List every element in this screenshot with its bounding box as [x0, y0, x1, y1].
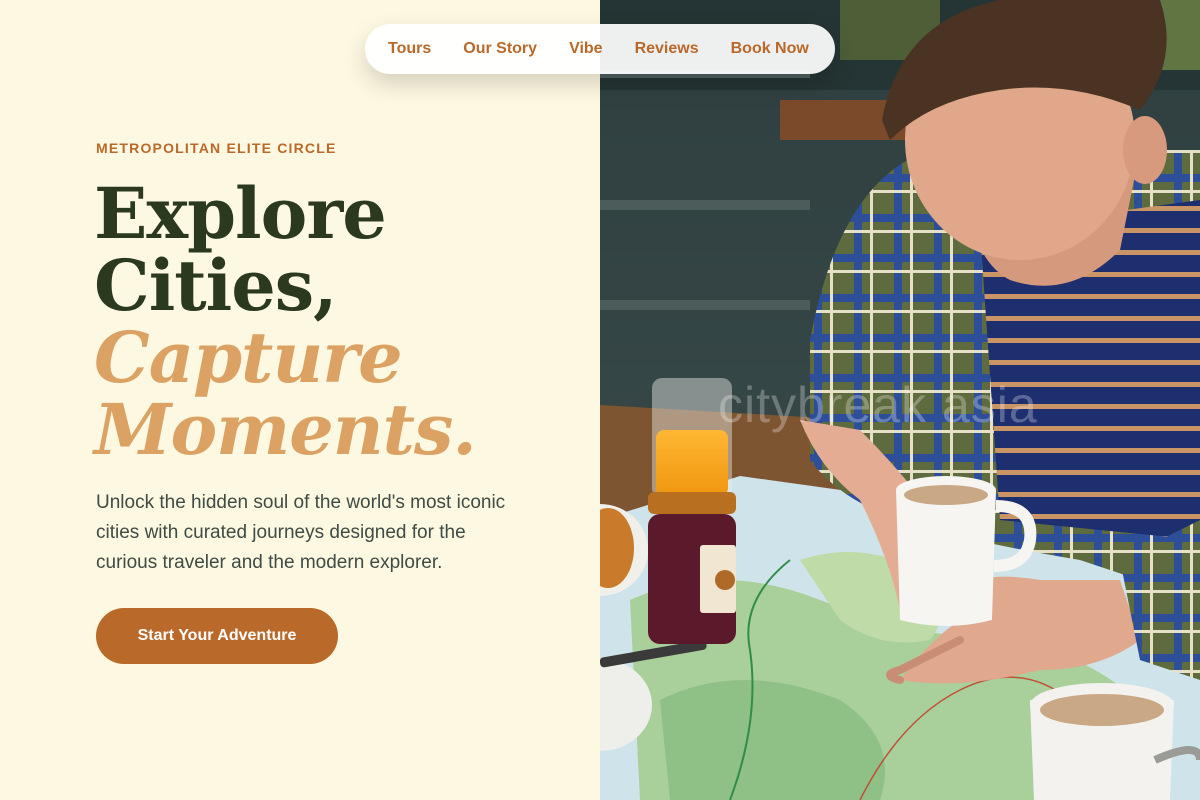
hero-title-line-2: Cities,: [94, 244, 338, 327]
main-nav: Tours Our Story Vibe Reviews Book Now: [365, 24, 835, 74]
nav-item-reviews[interactable]: Reviews: [635, 40, 699, 58]
hero-title: Explore Cities, Capture Moments.: [94, 172, 477, 471]
nav-item-book-now[interactable]: Book Now: [731, 40, 809, 58]
hero-photo: citybreak asia: [600, 0, 1200, 800]
hero-title-line-1: Explore: [94, 172, 387, 255]
hero-eyebrow: METROPOLITAN ELITE CIRCLE: [96, 140, 337, 156]
nav-item-our-story[interactable]: Our Story: [463, 40, 537, 58]
nav-item-vibe[interactable]: Vibe: [569, 40, 603, 58]
photo-watermark: citybreak asia: [718, 377, 1038, 433]
hero-description: Unlock the hidden soul of the world's mo…: [96, 492, 506, 573]
hero-content: METROPOLITAN ELITE CIRCLE Explore Cities…: [0, 0, 600, 800]
hero-title-line-4: Moments.: [94, 388, 477, 471]
start-adventure-button[interactable]: Start Your Adventure: [96, 608, 338, 664]
hero-title-line-3: Capture: [94, 316, 403, 399]
nav-item-tours[interactable]: Tours: [388, 40, 431, 58]
